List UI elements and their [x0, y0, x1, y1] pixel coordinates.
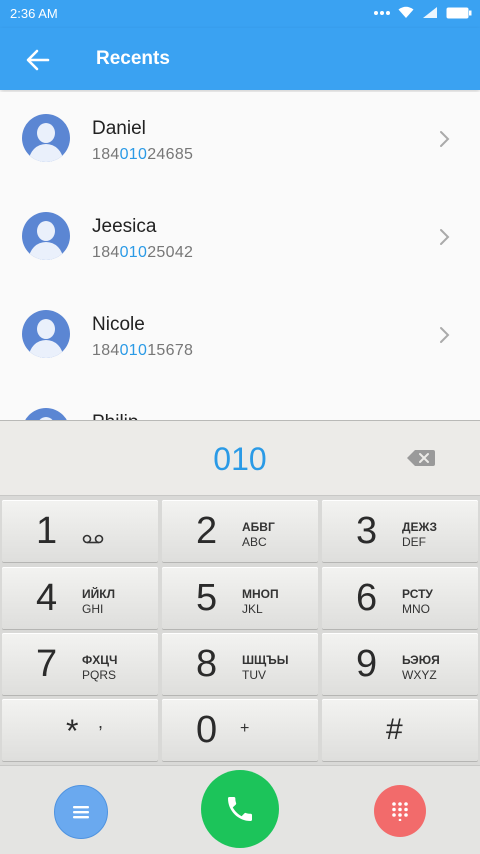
- call-button[interactable]: [201, 770, 279, 848]
- key-digit: 9: [356, 643, 378, 685]
- contact-row-philip[interactable]: Philip: [0, 386, 480, 422]
- key-8[interactable]: 8 ШЩЪЫ TUV: [162, 633, 318, 695]
- chevron-right-icon: [440, 327, 450, 343]
- key-0[interactable]: 0 +: [162, 699, 318, 761]
- phone-icon: [228, 797, 252, 821]
- status-time: 2:36 AM: [10, 6, 58, 21]
- key-digit: 2: [196, 510, 218, 552]
- key-5[interactable]: 5 МНОП JKL: [162, 567, 318, 629]
- status-bar: 2:36 AM: [0, 0, 480, 28]
- key-9[interactable]: 9 ЬЭЮЯ WXYZ: [322, 633, 478, 695]
- key-letters: ,: [98, 712, 104, 732]
- key-digit: 8: [196, 643, 218, 685]
- page-title: Recents: [96, 48, 170, 69]
- signal-icon: [423, 7, 437, 18]
- contact-number: 18401025042: [92, 244, 194, 261]
- app-bar: Recents: [0, 28, 480, 90]
- avatar: [22, 114, 70, 162]
- key-digit: 3: [356, 510, 378, 552]
- key-digit: 4: [36, 577, 58, 619]
- key-digit: 6: [356, 577, 378, 619]
- contact-name: Jeesica: [92, 216, 157, 237]
- contact-name: Nicole: [92, 314, 145, 335]
- contact-number: 18401024685: [92, 146, 194, 163]
- chevron-right-icon: [440, 131, 450, 147]
- key-letters: ЬЭЮЯ WXYZ: [402, 653, 440, 682]
- key-7[interactable]: 7 ФХЦЧ PQRS: [2, 633, 158, 695]
- contact-number: 18401015678: [92, 342, 194, 359]
- more-dots-icon: [374, 10, 390, 15]
- key-6[interactable]: 6 РСТУ MNO: [322, 567, 478, 629]
- key-star[interactable]: * ,: [2, 699, 158, 761]
- back-arrow-icon[interactable]: [24, 46, 52, 74]
- recents-list: Daniel 18401024685 Jeesica 18401025042 N…: [0, 92, 480, 422]
- voicemail-icon: [82, 534, 104, 544]
- dial-display: 010: [0, 421, 480, 496]
- key-digit: 1: [36, 510, 58, 552]
- wifi-icon: [398, 6, 414, 18]
- status-icons: [374, 6, 472, 19]
- key-2[interactable]: 2 АБВГ ABC: [162, 500, 318, 562]
- contact-row-jeesica[interactable]: Jeesica 18401025042: [0, 190, 480, 288]
- key-letters: +: [240, 720, 250, 737]
- key-letters: ДЕЖЗ DEF: [402, 520, 438, 549]
- key-letters: МНОП JKL: [242, 587, 279, 616]
- contact-row-nicole[interactable]: Nicole 18401015678: [0, 288, 480, 386]
- menu-button[interactable]: [54, 785, 108, 839]
- avatar: [22, 310, 70, 358]
- contact-name: Daniel: [92, 118, 146, 139]
- key-letters: ИЙКЛ GHI: [82, 587, 115, 616]
- key-3[interactable]: 3 ДЕЖЗ DEF: [322, 500, 478, 562]
- dialpad-toggle-button[interactable]: [374, 785, 426, 837]
- key-digit: 5: [196, 577, 218, 619]
- contact-row-daniel[interactable]: Daniel 18401024685: [0, 92, 480, 190]
- key-digit: *: [66, 713, 79, 749]
- chevron-right-icon: [440, 229, 450, 245]
- key-hash[interactable]: #: [322, 699, 478, 761]
- dialpad: 010 1 2 АБВГ ABC 3 ДЕЖЗ DEF 4 ИЙКЛ GHI 5 МН…: [0, 420, 480, 766]
- backspace-icon[interactable]: [406, 447, 436, 469]
- key-digit: 0: [196, 709, 218, 751]
- key-4[interactable]: 4 ИЙКЛ GHI: [2, 567, 158, 629]
- menu-icon: [73, 806, 89, 819]
- avatar: [22, 212, 70, 260]
- key-digit: 7: [36, 643, 58, 685]
- key-letters: АБВГ ABC: [242, 520, 275, 549]
- dialpad-icon: [392, 802, 408, 821]
- key-digit: #: [386, 713, 403, 746]
- key-letters: ФХЦЧ PQRS: [82, 653, 118, 682]
- bottom-action-bar: [0, 765, 480, 854]
- key-letters: ШЩЪЫ TUV: [242, 653, 289, 682]
- key-1[interactable]: 1: [2, 500, 158, 562]
- key-letters: РСТУ MNO: [402, 587, 433, 616]
- battery-icon: [446, 7, 472, 18]
